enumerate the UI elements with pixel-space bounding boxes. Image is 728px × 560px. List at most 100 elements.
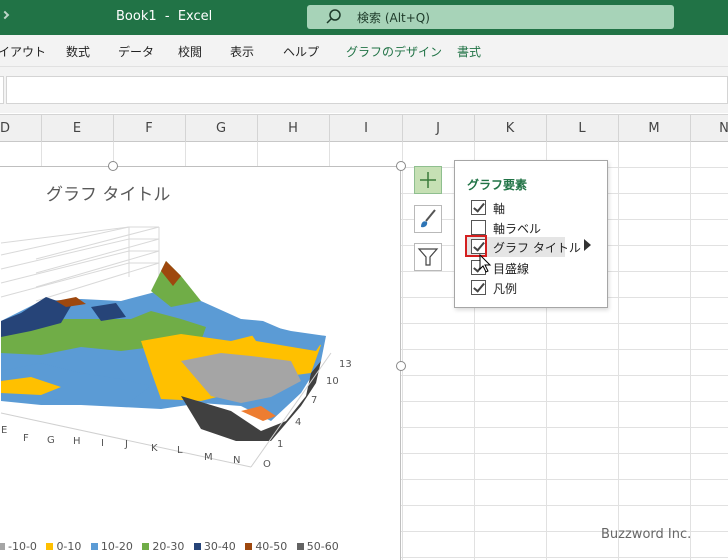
x-tick-label: M	[204, 452, 213, 463]
name-box[interactable]	[0, 76, 4, 104]
axes-checkbox[interactable]	[471, 200, 486, 215]
chart-title-label: グラフ タイトル	[493, 241, 581, 255]
legend-swatch	[46, 543, 54, 550]
excel-window: Book1 - Excel 検索 (Alt+Q) イアウト 数式 データ 校閲 …	[0, 0, 728, 560]
legend-swatch	[296, 543, 304, 550]
formula-input[interactable]	[6, 76, 728, 104]
chart-filters-button[interactable]	[414, 243, 442, 271]
y-tick-label: 1	[277, 439, 283, 450]
tab-view[interactable]: 表示	[230, 43, 254, 60]
column-line	[690, 142, 691, 560]
mouse-pointer-icon	[479, 254, 492, 273]
x-tick-label: I	[101, 438, 104, 449]
x-tick-label: L	[177, 445, 183, 456]
resize-handle-top-right[interactable]	[396, 161, 406, 171]
brush-icon	[421, 209, 436, 228]
chart-title[interactable]: グラフ タイトル	[46, 180, 170, 205]
column-header-l[interactable]: L	[578, 121, 585, 136]
chart-styles-button[interactable]	[414, 205, 442, 233]
gridlines-label: 目盛線	[493, 262, 530, 276]
axis-titles-label: 軸ラベル	[493, 222, 542, 236]
x-tick-label: E	[1, 425, 7, 436]
column-separator[interactable]	[329, 115, 330, 143]
watermark: Buzzword Inc.	[601, 527, 692, 542]
axes-label: 軸	[493, 202, 506, 216]
title-bar: Book1 - Excel 検索 (Alt+Q)	[0, 0, 728, 35]
tab-format[interactable]: 書式	[457, 43, 481, 60]
tab-formulas[interactable]: 数式	[66, 43, 90, 60]
column-header-k[interactable]: K	[506, 121, 515, 136]
search-placeholder: 検索 (Alt+Q)	[357, 11, 430, 25]
column-header-e[interactable]: E	[73, 121, 81, 136]
column-header-d[interactable]: D	[0, 121, 10, 136]
legend-item: -10-0	[0, 540, 37, 553]
submenu-arrow-icon[interactable]	[584, 239, 591, 251]
ribbon-tabs: イアウト 数式 データ 校閲 表示 ヘルプ グラフのデザイン 書式	[0, 35, 728, 67]
legend-swatch	[142, 543, 150, 550]
column-separator[interactable]	[113, 115, 114, 143]
x-tick-label: N	[233, 455, 240, 466]
x-tick-label: F	[23, 433, 29, 444]
legend-label: 凡例	[493, 282, 518, 296]
column-header-g[interactable]: G	[216, 121, 226, 136]
column-headers: D E F G H I J K L M N	[0, 114, 728, 143]
plus-icon	[420, 172, 436, 188]
column-header-i[interactable]: I	[364, 121, 368, 136]
column-separator[interactable]	[618, 115, 619, 143]
x-tick-label: K	[151, 443, 158, 454]
tab-help[interactable]: ヘルプ	[283, 43, 319, 60]
legend-item: 50-60	[296, 540, 339, 553]
x-tick-label: G	[47, 435, 55, 446]
tab-review[interactable]: 校閲	[178, 43, 202, 60]
search-icon	[326, 9, 341, 24]
column-line	[618, 142, 619, 560]
quick-access-chevron-icon[interactable]	[0, 10, 10, 20]
window-title: Book1 - Excel	[116, 9, 213, 24]
tab-page-layout[interactable]: イアウト	[0, 43, 46, 60]
column-separator[interactable]	[41, 115, 42, 143]
y-tick-label: 7	[311, 395, 317, 406]
column-separator[interactable]	[185, 115, 186, 143]
chart-element-axes[interactable]: 軸	[467, 198, 607, 218]
resize-handle-top[interactable]	[108, 161, 118, 171]
chart-element-legend[interactable]: 凡例	[467, 278, 607, 298]
column-separator[interactable]	[402, 115, 403, 143]
chart-area[interactable]: E F G H I J K L M N O 1 4 7 10 13	[0, 166, 401, 560]
search-box[interactable]: 検索 (Alt+Q)	[307, 5, 674, 29]
legend-swatch	[90, 543, 98, 550]
column-separator[interactable]	[690, 115, 691, 143]
legend-swatch	[0, 543, 5, 550]
column-separator[interactable]	[257, 115, 258, 143]
column-header-j[interactable]: J	[436, 121, 440, 136]
column-separator[interactable]	[546, 115, 547, 143]
y-tick-label: 10	[326, 376, 339, 387]
filter-icon	[417, 248, 439, 266]
legend-checkbox[interactable]	[471, 280, 486, 295]
legend-swatch	[193, 543, 201, 550]
chart-element-axis-titles[interactable]: 軸ラベル	[467, 218, 607, 238]
x-tick-label: J	[124, 439, 128, 450]
legend-item: 40-50	[245, 540, 287, 553]
panel-title: グラフ要素	[467, 178, 528, 192]
axis-titles-checkbox[interactable]	[471, 220, 486, 235]
y-tick-label: 13	[339, 359, 352, 370]
y-tick-label: 4	[295, 417, 301, 428]
legend-item: 10-20	[90, 540, 133, 553]
chart-legend[interactable]: -10-0 0-10 10-20 20-30 30-40 40-50 50-60	[0, 540, 339, 553]
legend-item: 20-30	[142, 540, 184, 553]
column-separator[interactable]	[474, 115, 475, 143]
tab-data[interactable]: データ	[118, 43, 154, 60]
y-tick-label: O	[263, 459, 271, 470]
chart-elements-button[interactable]	[414, 166, 442, 194]
tab-chart-design[interactable]: グラフのデザイン	[346, 43, 442, 60]
legend-item: 0-10	[46, 540, 81, 553]
formula-bar	[0, 67, 728, 113]
column-header-f[interactable]: F	[145, 121, 152, 136]
resize-handle-right[interactable]	[396, 361, 406, 371]
column-header-n[interactable]: N	[719, 121, 728, 136]
chart-elements-panel: グラフ要素 軸 軸ラベル グラフ タイトル 目盛線 凡例	[454, 160, 608, 308]
column-header-h[interactable]: H	[288, 121, 298, 136]
column-line	[402, 142, 403, 560]
column-header-m[interactable]: M	[648, 121, 659, 136]
legend-item: 30-40	[193, 540, 236, 553]
